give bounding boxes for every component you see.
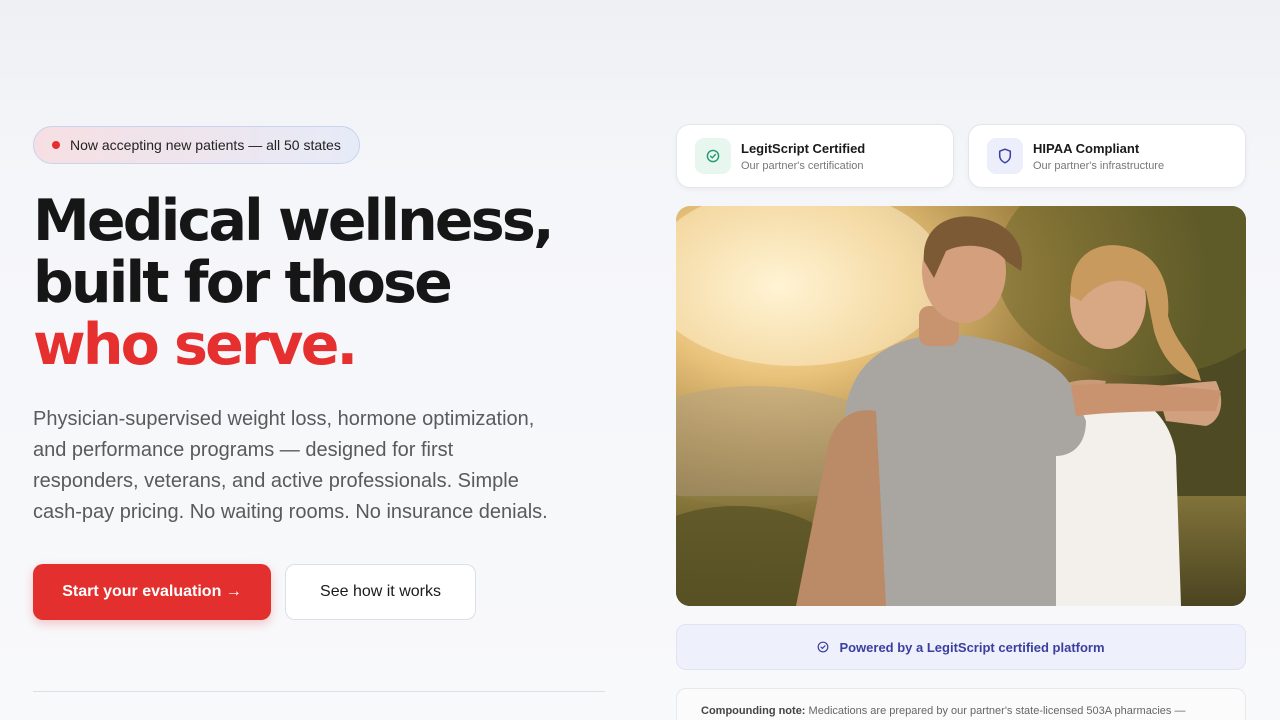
hero-headline: Medical wellness, built for those who se… — [33, 190, 613, 376]
trust-cards: LegitScript Certified Our partner's cert… — [676, 124, 1246, 188]
compounding-note-label: Compounding note: — [701, 705, 806, 717]
headline-accent: who serve. — [33, 312, 358, 378]
hero-subtext: Physician-supervised weight loss, hormon… — [33, 408, 548, 523]
trust-card-subtitle: Our partner's certification — [741, 159, 864, 172]
compounding-note-text: Medications are prepared by our partner'… — [808, 705, 1186, 717]
cta-group: Start your evaluation → See how it works — [33, 564, 613, 620]
powered-by-banner: Powered by a LegitScript certified platf… — [676, 624, 1246, 670]
headline-line-1: Medical wellness, — [33, 188, 555, 254]
trust-card-subtitle: Our partner's infrastructure — [1033, 159, 1165, 172]
hero-photo — [676, 206, 1246, 606]
status-dot-icon — [52, 141, 60, 149]
trust-card-title: LegitScript Certified — [741, 140, 866, 156]
section-divider — [33, 691, 605, 692]
hero-media: LegitScript Certified Our partner's cert… — [676, 124, 1246, 720]
hero-section: Now accepting new patients — all 50 stat… — [33, 126, 613, 620]
trust-card-legitscript: LegitScript Certified Our partner's cert… — [676, 124, 954, 188]
trust-card-hipaa: HIPAA Compliant Our partner's infrastruc… — [968, 124, 1246, 188]
check-circle-icon — [818, 641, 829, 653]
shield-icon — [987, 138, 1023, 174]
powered-by-text: Powered by a LegitScript certified platf… — [839, 639, 1105, 655]
start-evaluation-button[interactable]: Start your evaluation → — [33, 564, 271, 620]
availability-badge: Now accepting new patients — all 50 stat… — [33, 126, 360, 164]
headline-line-2: built for those — [33, 250, 453, 316]
compounding-note: Compounding note: Medications are prepar… — [676, 688, 1246, 720]
see-how-it-works-button[interactable]: See how it works — [285, 564, 476, 620]
check-circle-icon — [695, 138, 731, 174]
trust-card-title: HIPAA Compliant — [1033, 140, 1140, 156]
availability-badge-text: Now accepting new patients — all 50 stat… — [70, 137, 341, 153]
